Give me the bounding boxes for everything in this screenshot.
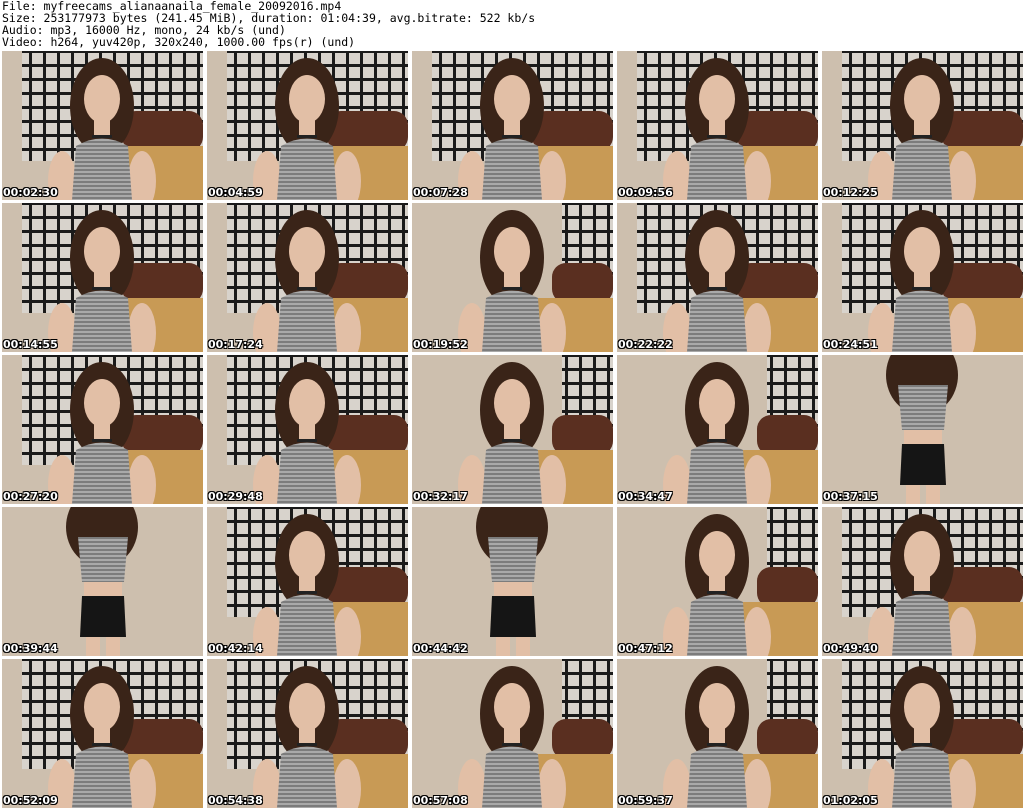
video-thumbnail: 00:59:37 (617, 659, 818, 808)
thumbnail-timestamp: 00:47:12 (618, 642, 673, 655)
thumbnail-frame-image (2, 507, 203, 656)
thumbnail-frame-image (2, 203, 203, 352)
thumbnail-frame-image (2, 51, 203, 200)
thumbnail-timestamp: 00:49:40 (823, 642, 878, 655)
video-thumbnail: 00:52:09 (2, 659, 203, 808)
thumbnail-timestamp: 00:42:14 (208, 642, 263, 655)
video-thumbnail: 00:44:42 (412, 507, 613, 656)
thumbnail-frame-image (617, 203, 818, 352)
thumbnail-timestamp: 00:59:37 (618, 794, 673, 807)
video-thumbnail: 00:47:12 (617, 507, 818, 656)
video-thumbnail: 00:34:47 (617, 355, 818, 504)
video-thumbnail: 00:27:20 (2, 355, 203, 504)
thumbnail-frame-image (2, 659, 203, 808)
video-thumbnail: 00:14:55 (2, 203, 203, 352)
thumbnail-timestamp: 00:27:20 (3, 490, 58, 503)
thumbnail-timestamp: 00:02:30 (3, 186, 58, 199)
thumbnail-timestamp: 00:04:59 (208, 186, 263, 199)
thumbnail-timestamp: 00:17:24 (208, 338, 263, 351)
thumbnail-timestamp: 00:34:47 (618, 490, 673, 503)
thumbnail-frame-image (412, 507, 613, 656)
video-thumbnail: 00:49:40 (822, 507, 1023, 656)
video-thumbnail: 00:09:56 (617, 51, 818, 200)
video-thumbnail: 00:39:44 (2, 507, 203, 656)
thumbnail-timestamp: 00:37:15 (823, 490, 878, 503)
video-thumbnail: 00:04:59 (207, 51, 408, 200)
thumbnail-frame-image (207, 51, 408, 200)
thumbnail-frame-image (822, 355, 1023, 504)
thumbnail-timestamp: 00:07:28 (413, 186, 468, 199)
thumbnail-frame-image (412, 203, 613, 352)
video-thumbnail: 00:19:52 (412, 203, 613, 352)
thumbnail-timestamp: 00:57:08 (413, 794, 468, 807)
thumbnail-timestamp: 00:22:22 (618, 338, 673, 351)
thumbnail-frame-image (822, 659, 1023, 808)
thumbnail-frame-image (822, 51, 1023, 200)
video-thumbnail: 00:02:30 (2, 51, 203, 200)
video-thumbnail: 00:07:28 (412, 51, 613, 200)
video-thumbnail: 00:42:14 (207, 507, 408, 656)
thumbnail-timestamp: 00:14:55 (3, 338, 58, 351)
thumbnail-frame-image (412, 355, 613, 504)
thumbnail-timestamp: 00:12:25 (823, 186, 878, 199)
video-thumbnail: 00:22:22 (617, 203, 818, 352)
video-thumbnail: 00:57:08 (412, 659, 613, 808)
thumbnail-timestamp: 00:52:09 (3, 794, 58, 807)
thumbnail-frame-image (2, 355, 203, 504)
thumbnail-timestamp: 00:32:17 (413, 490, 468, 503)
file-info-header: File: myfreecams_alianaanaila_female_200… (2, 0, 1022, 48)
thumbnail-frame-image (617, 507, 818, 656)
video-info-line: Video: h264, yuv420p, 320x240, 1000.00 f… (2, 35, 356, 49)
video-thumbnail: 00:24:51 (822, 203, 1023, 352)
thumbnail-frame-image (617, 659, 818, 808)
thumbnail-timestamp: 01:02:05 (823, 794, 878, 807)
thumbnail-timestamp: 00:54:38 (208, 794, 263, 807)
thumbnail-frame-image (207, 659, 408, 808)
thumbnail-frame-image (207, 355, 408, 504)
thumbnail-timestamp: 00:39:44 (3, 642, 58, 655)
video-thumbnail: 00:32:17 (412, 355, 613, 504)
thumbnail-timestamp: 00:24:51 (823, 338, 878, 351)
video-thumbnail: 01:02:05 (822, 659, 1023, 808)
video-thumbnail: 00:37:15 (822, 355, 1023, 504)
video-thumbnail: 00:54:38 (207, 659, 408, 808)
thumbnail-frame-image (822, 507, 1023, 656)
thumbnail-frame-image (207, 507, 408, 656)
thumbnail-frame-image (412, 659, 613, 808)
video-thumbnail: 00:29:48 (207, 355, 408, 504)
thumbnail-frame-image (207, 203, 408, 352)
thumbnail-frame-image (617, 51, 818, 200)
thumbnail-frame-image (822, 203, 1023, 352)
thumbnail-timestamp: 00:29:48 (208, 490, 263, 503)
thumbnail-grid: 00:02:30 00:04:59 00:07:28 00:09:56 00:1… (2, 51, 1023, 811)
thumbnail-timestamp: 00:44:42 (413, 642, 468, 655)
thumbnail-timestamp: 00:19:52 (413, 338, 468, 351)
thumbnail-frame-image (412, 51, 613, 200)
thumbnail-frame-image (617, 355, 818, 504)
thumbnail-timestamp: 00:09:56 (618, 186, 673, 199)
video-thumbnail: 00:17:24 (207, 203, 408, 352)
video-thumbnail: 00:12:25 (822, 51, 1023, 200)
